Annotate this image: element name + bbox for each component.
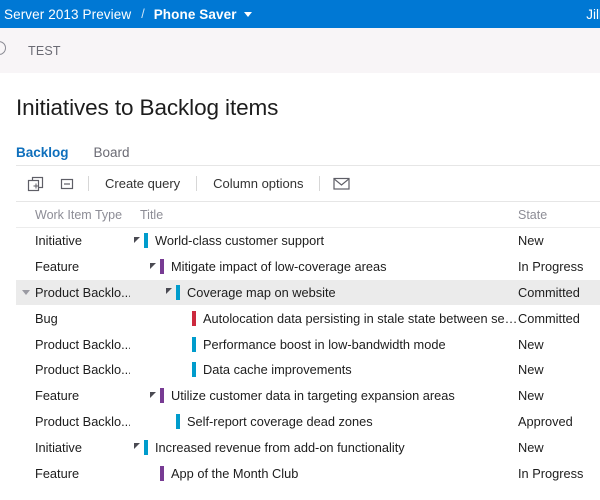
- cell-work-item-type: Feature: [16, 388, 130, 403]
- expander-collapse-icon[interactable]: [146, 393, 160, 399]
- cell-title: Mitigate impact of low-coverage areas: [130, 259, 518, 274]
- table-row[interactable]: Feature Mitigate impact of low-coverage a…: [16, 254, 600, 280]
- toolbar-divider: [196, 176, 197, 191]
- work-item-type-color-bar: [176, 414, 180, 429]
- work-item-title-link[interactable]: Self-report coverage dead zones: [187, 414, 373, 429]
- column-header-title[interactable]: Title: [130, 208, 518, 222]
- table-row[interactable]: Product Backlo... Self-report coverage de…: [16, 409, 600, 435]
- cell-state: New: [518, 337, 600, 352]
- toolbar-divider: [319, 176, 320, 191]
- cell-work-item-type: Feature: [16, 259, 130, 274]
- cell-title: Data cache improvements: [130, 362, 518, 377]
- table-row[interactable]: Feature App of the Month Club In Progress: [16, 460, 600, 486]
- work-item-title-link[interactable]: Autolocation data persisting in stale st…: [203, 311, 518, 326]
- expander-collapse-icon[interactable]: [146, 264, 160, 270]
- table-row[interactable]: Product Backlo... Data cache improvements…: [16, 357, 600, 383]
- work-item-type-color-bar: [192, 362, 196, 377]
- column-header-state[interactable]: State: [518, 208, 600, 222]
- cell-title: App of the Month Club: [130, 466, 518, 481]
- table-row[interactable]: Product Backlo... Coverage map on website…: [16, 280, 600, 306]
- column-header-work-item-type[interactable]: Work Item Type: [16, 208, 130, 222]
- page-content: Initiatives to Backlog items Backlog Boa…: [0, 73, 600, 486]
- grid-body: Initiative World-class customer support Ne…: [16, 228, 600, 486]
- pivot-tabs: Backlog Board: [16, 140, 600, 166]
- work-item-title-link[interactable]: World-class customer support: [155, 233, 324, 248]
- cell-title: Performance boost in low-bandwidth mode: [130, 337, 518, 352]
- cell-work-item-type: Bug: [16, 311, 130, 326]
- grid-toolbar: Create query Column options: [16, 166, 600, 202]
- toolbar-divider: [88, 176, 89, 191]
- circle-icon: [0, 41, 6, 55]
- cell-state: New: [518, 440, 600, 455]
- tab-board[interactable]: Board: [94, 145, 130, 165]
- work-item-type-color-bar: [192, 311, 196, 326]
- cell-title: World-class customer support: [130, 233, 518, 248]
- user-name[interactable]: Jill: [586, 0, 600, 28]
- breadcrumb-separator: /: [141, 7, 144, 21]
- work-item-title-link[interactable]: Increased revenue from add-on functional…: [155, 440, 405, 455]
- grid-header-row: Work Item Type Title State: [16, 202, 600, 228]
- cell-work-item-type: Product Backlo...: [16, 362, 130, 377]
- cell-title: Increased revenue from add-on functional…: [130, 440, 518, 455]
- work-item-type-color-bar: [160, 466, 164, 481]
- collection-name[interactable]: Server 2013 Preview: [4, 7, 131, 22]
- project-name[interactable]: Phone Saver: [154, 7, 237, 22]
- expander-collapse-icon[interactable]: [162, 289, 176, 295]
- cell-work-item-type: Product Backlo...: [16, 337, 130, 352]
- cell-work-item-type: Feature: [16, 466, 130, 481]
- cell-state: Committed: [518, 311, 600, 326]
- work-item-title-link[interactable]: Data cache improvements: [203, 362, 352, 377]
- cell-work-item-type: Product Backlo...: [16, 285, 130, 300]
- tab-backlog[interactable]: Backlog: [16, 145, 69, 165]
- work-item-type-color-bar: [160, 259, 164, 274]
- work-item-title-link[interactable]: Performance boost in low-bandwidth mode: [203, 337, 446, 352]
- cell-state: New: [518, 388, 600, 403]
- global-navigation-bar: Server 2013 Preview / Phone Saver Jill: [0, 0, 600, 28]
- table-row[interactable]: Feature Utilize customer data in targetin…: [16, 383, 600, 409]
- work-item-title-link[interactable]: Utilize customer data in targeting expan…: [171, 388, 455, 403]
- work-item-type-color-bar: [176, 285, 180, 300]
- cell-state: New: [518, 362, 600, 377]
- expander-collapse-icon[interactable]: [130, 444, 144, 450]
- cell-state: In Progress: [518, 466, 600, 481]
- collapse-all-icon[interactable]: [52, 171, 82, 197]
- work-item-type-color-bar: [192, 337, 196, 352]
- work-item-type-color-bar: [144, 233, 148, 248]
- email-icon[interactable]: [326, 171, 356, 197]
- create-query-button[interactable]: Create query: [95, 176, 190, 191]
- cell-work-item-type: Product Backlo...: [16, 414, 130, 429]
- work-item-grid: Work Item Type Title State Initiative Wor…: [16, 202, 600, 486]
- table-row[interactable]: Bug Autolocation data persisting in stale…: [16, 305, 600, 331]
- page-title: Initiatives to Backlog items: [16, 73, 600, 121]
- expand-all-icon[interactable]: [18, 171, 52, 197]
- cell-state: Committed: [518, 285, 600, 300]
- cell-title: Self-report coverage dead zones: [130, 414, 518, 429]
- chevron-down-icon[interactable]: [244, 12, 252, 17]
- work-item-title-link[interactable]: Mitigate impact of low-coverage areas: [171, 259, 387, 274]
- work-item-type-color-bar: [160, 388, 164, 403]
- cell-state: In Progress: [518, 259, 600, 274]
- table-row[interactable]: Initiative Increased revenue from add-on …: [16, 434, 600, 460]
- cell-title: Utilize customer data in targeting expan…: [130, 388, 518, 403]
- work-item-title-link[interactable]: App of the Month Club: [171, 466, 298, 481]
- cell-state: New: [518, 233, 600, 248]
- secondary-navigation-bar: TEST: [0, 28, 600, 73]
- cell-state: Approved: [518, 414, 600, 429]
- work-item-title-link[interactable]: Coverage map on website: [187, 285, 336, 300]
- table-row[interactable]: Initiative World-class customer support Ne…: [16, 228, 600, 254]
- cell-title: Autolocation data persisting in stale st…: [130, 311, 518, 326]
- cell-title: Coverage map on website: [130, 285, 518, 300]
- cell-work-item-type: Initiative: [16, 233, 130, 248]
- team-link-test[interactable]: TEST: [28, 44, 61, 58]
- table-row[interactable]: Product Backlo... Performance boost in lo…: [16, 331, 600, 357]
- expander-collapse-icon[interactable]: [130, 238, 144, 244]
- row-selector-chevron-down-icon[interactable]: [20, 280, 32, 306]
- cell-work-item-type: Initiative: [16, 440, 130, 455]
- work-item-type-color-bar: [144, 440, 148, 455]
- column-options-button[interactable]: Column options: [203, 176, 313, 191]
